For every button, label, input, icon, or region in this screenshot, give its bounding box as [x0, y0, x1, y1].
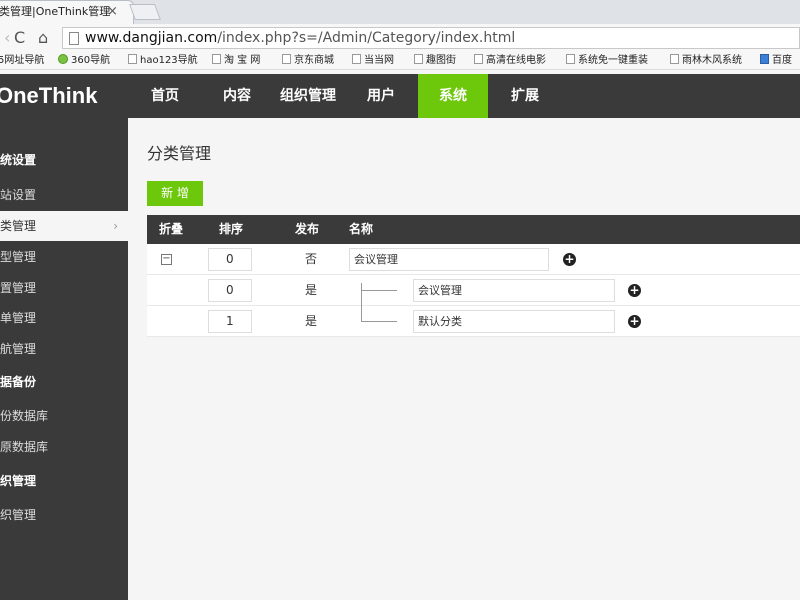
bookmark-item[interactable]: 高清在线电影 [474, 53, 546, 69]
sidebar-group-data-backup: 据备份 [0, 375, 37, 389]
table-row: − 0 否 会议管理 + [147, 244, 800, 275]
tree-connector [361, 306, 362, 321]
url-field[interactable]: www.dangjian.com/index.php?s=/Admin/Cate… [62, 27, 800, 49]
category-table: 折叠 排序 发布 名称 − 0 否 会议管理 + 0 是 会议管理 + 1 是 … [147, 215, 800, 337]
back-icon[interactable]: ‹ [4, 29, 10, 47]
bookmark-item[interactable]: 雨林木风系统 [670, 53, 742, 69]
add-subcategory-icon[interactable]: + [628, 315, 641, 328]
sort-input[interactable]: 1 [208, 310, 252, 333]
sidebar-item-model-management[interactable]: 型管理 [0, 242, 128, 272]
new-tab-button[interactable] [129, 4, 161, 20]
nav-organization[interactable]: 组织管理 [280, 74, 336, 118]
sidebar-group-system-settings: 统设置 [0, 153, 37, 167]
bookmark-item[interactable]: 趣图街 [414, 53, 456, 69]
publish-status: 否 [305, 252, 318, 266]
bookmark-item[interactable]: 百度 [760, 53, 792, 69]
nav-users[interactable]: 用户 [367, 74, 395, 118]
bookmark-icon [566, 54, 575, 64]
sidebar-item-category-management[interactable]: 类管理 › [0, 211, 128, 241]
bookmark-item[interactable]: 系统免一键重装 [566, 53, 648, 69]
category-name-input[interactable]: 默认分类 [413, 310, 615, 333]
bookmark-item[interactable]: 淘 宝 网 [212, 53, 260, 69]
browser-tab[interactable]: 类管理|OneThink管理 × [0, 0, 134, 24]
url-path: /index.php?s=/Admin/Category/index.html [217, 30, 516, 46]
tree-connector [361, 290, 397, 291]
table-row: 0 是 会议管理 + [147, 275, 800, 306]
sidebar-item-label: 类管理 [0, 219, 37, 233]
bookmark-icon [352, 54, 361, 64]
browser-tab-bar: 类管理|OneThink管理 × [0, 0, 800, 24]
bookmark-icon [414, 54, 423, 64]
column-header-sort: 排序 [219, 222, 244, 236]
app-header: OneThink 首页 内容 组织管理 用户 系统 扩展 [0, 74, 800, 118]
sidebar-item-config-management[interactable]: 置管理 [0, 273, 128, 303]
bookmark-icon [128, 54, 137, 64]
url-host: www.dangjian.com [85, 30, 218, 46]
sort-input[interactable]: 0 [208, 248, 252, 271]
table-header: 折叠 排序 发布 名称 [147, 215, 800, 244]
bookmarks-bar: 5网址导航 360导航 hao123导航 淘 宝 网 京东商城 当当网 趣图街 … [0, 52, 800, 70]
reload-icon[interactable]: C [14, 29, 25, 47]
chevron-right-icon: › [113, 219, 118, 233]
bookmark-item[interactable]: 京东商城 [282, 53, 334, 69]
nav-home[interactable]: 首页 [151, 74, 179, 118]
tree-connector [361, 321, 397, 322]
column-header-publish: 发布 [295, 222, 320, 236]
publish-status: 是 [305, 283, 318, 297]
bookmark-icon [282, 54, 291, 64]
publish-status: 是 [305, 314, 318, 328]
sidebar-item-backup-database[interactable]: 份数据库 [0, 401, 128, 431]
bookmark-icon [670, 54, 679, 64]
home-icon[interactable]: ⌂ [38, 29, 48, 47]
bookmark-item[interactable]: 360导航 [58, 53, 110, 69]
page-icon [69, 32, 79, 45]
address-bar-row: ‹ C ⌂ www.dangjian.com/index.php?s=/Admi… [0, 24, 800, 52]
add-subcategory-icon[interactable]: + [563, 253, 576, 266]
bookmark-icon [212, 54, 221, 64]
nav-system[interactable]: 系统 [418, 74, 488, 118]
nav-content[interactable]: 内容 [223, 74, 251, 118]
logo: OneThink [0, 83, 98, 108]
sidebar-item-restore-database[interactable]: 原数据库 [0, 432, 128, 462]
bookmark-item[interactable]: 当当网 [352, 53, 394, 69]
sidebar-item-menu-management[interactable]: 单管理 [0, 303, 128, 333]
add-button[interactable]: 新 增 [147, 181, 203, 206]
nav-extensions[interactable]: 扩展 [511, 74, 539, 118]
baidu-icon [760, 54, 769, 64]
sidebar-group-organization: 织管理 [0, 474, 37, 488]
add-subcategory-icon[interactable]: + [628, 284, 641, 297]
page-title: 分类管理 [147, 144, 212, 163]
tab-title: 类管理|OneThink管理 [0, 5, 111, 18]
bookmark-icon [58, 54, 68, 64]
collapse-icon[interactable]: − [161, 254, 172, 265]
bookmark-item[interactable]: 5网址导航 [0, 53, 44, 69]
column-header-fold: 折叠 [159, 222, 184, 236]
sidebar-item-navigation-management[interactable]: 航管理 [0, 334, 128, 364]
table-row: 1 是 默认分类 + [147, 306, 800, 337]
bookmark-item[interactable]: hao123导航 [128, 53, 198, 69]
sidebar-item-organization-management[interactable]: 织管理 [0, 500, 128, 530]
bookmark-icon [474, 54, 483, 64]
category-name-input[interactable]: 会议管理 [349, 248, 549, 271]
sidebar: 统设置 站设置 类管理 › 型管理 置管理 单管理 航管理 据备份 份数据库 原… [0, 118, 128, 600]
tab-close-icon[interactable]: × [107, 1, 118, 23]
sidebar-item-site-settings[interactable]: 站设置 [0, 180, 128, 210]
tree-connector [361, 283, 362, 306]
sort-input[interactable]: 0 [208, 279, 252, 302]
column-header-name: 名称 [349, 222, 374, 236]
category-name-input[interactable]: 会议管理 [413, 279, 615, 302]
